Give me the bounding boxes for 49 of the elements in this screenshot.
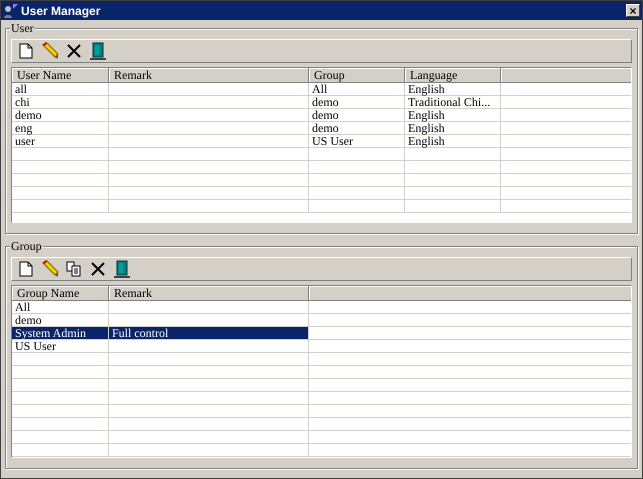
table-cell: All — [12, 301, 109, 314]
table-cell: Traditional Chi... — [405, 96, 501, 109]
group-label: Group — [10, 239, 43, 253]
users-icon — [3, 2, 19, 18]
table-cell: demo — [309, 109, 405, 122]
table-cell: demo — [309, 96, 405, 109]
table-cell: US User — [12, 340, 109, 353]
column-header[interactable]: Remark — [109, 68, 309, 83]
column-header[interactable]: Group Name — [12, 286, 109, 301]
table-row[interactable]: chi demo Traditional Chi... — [12, 96, 631, 109]
table-cell: All — [309, 83, 405, 96]
group-label: User — [10, 21, 35, 35]
table-cell: English — [405, 135, 501, 148]
new-document-icon — [19, 261, 33, 277]
table-cell: all — [12, 83, 109, 96]
table-cell: English — [405, 83, 501, 96]
column-header[interactable]: Remark — [109, 286, 309, 301]
window-title: User Manager — [21, 4, 100, 18]
table-row[interactable]: System Admin Full control — [12, 327, 631, 340]
table-cell: English — [405, 122, 501, 135]
door-icon — [114, 260, 130, 278]
table-row[interactable]: demo demo English — [12, 109, 631, 122]
copy-icon — [66, 261, 82, 277]
pencil-icon — [41, 260, 59, 278]
column-header[interactable]: Language — [405, 68, 501, 83]
close-button[interactable]: × — [626, 4, 640, 17]
toolbar-button[interactable] — [112, 259, 132, 279]
delete-icon — [91, 262, 105, 276]
new-document-icon — [19, 43, 33, 59]
table-cell: English — [405, 109, 501, 122]
table-cell: chi — [12, 96, 109, 109]
table-cell: user — [12, 135, 109, 148]
toolbar-button[interactable] — [88, 41, 108, 61]
pencil-icon — [41, 42, 59, 60]
table-row[interactable]: all All English — [12, 83, 631, 96]
column-header[interactable]: Group — [309, 68, 405, 83]
table-row[interactable]: user US User English — [12, 135, 631, 148]
table-row[interactable]: US User — [12, 340, 631, 353]
table-cell: US User — [309, 135, 405, 148]
column-header[interactable]: User Name — [12, 68, 109, 83]
table-cell: demo — [309, 122, 405, 135]
table-cell: demo — [12, 109, 109, 122]
delete-icon — [67, 44, 81, 58]
door-icon — [90, 42, 106, 60]
table-row[interactable]: All — [12, 301, 631, 314]
table-row[interactable]: eng demo English — [12, 122, 631, 135]
table-cell: eng — [12, 122, 109, 135]
table-cell: System Admin — [12, 327, 109, 340]
table-cell: Full control — [109, 327, 309, 340]
